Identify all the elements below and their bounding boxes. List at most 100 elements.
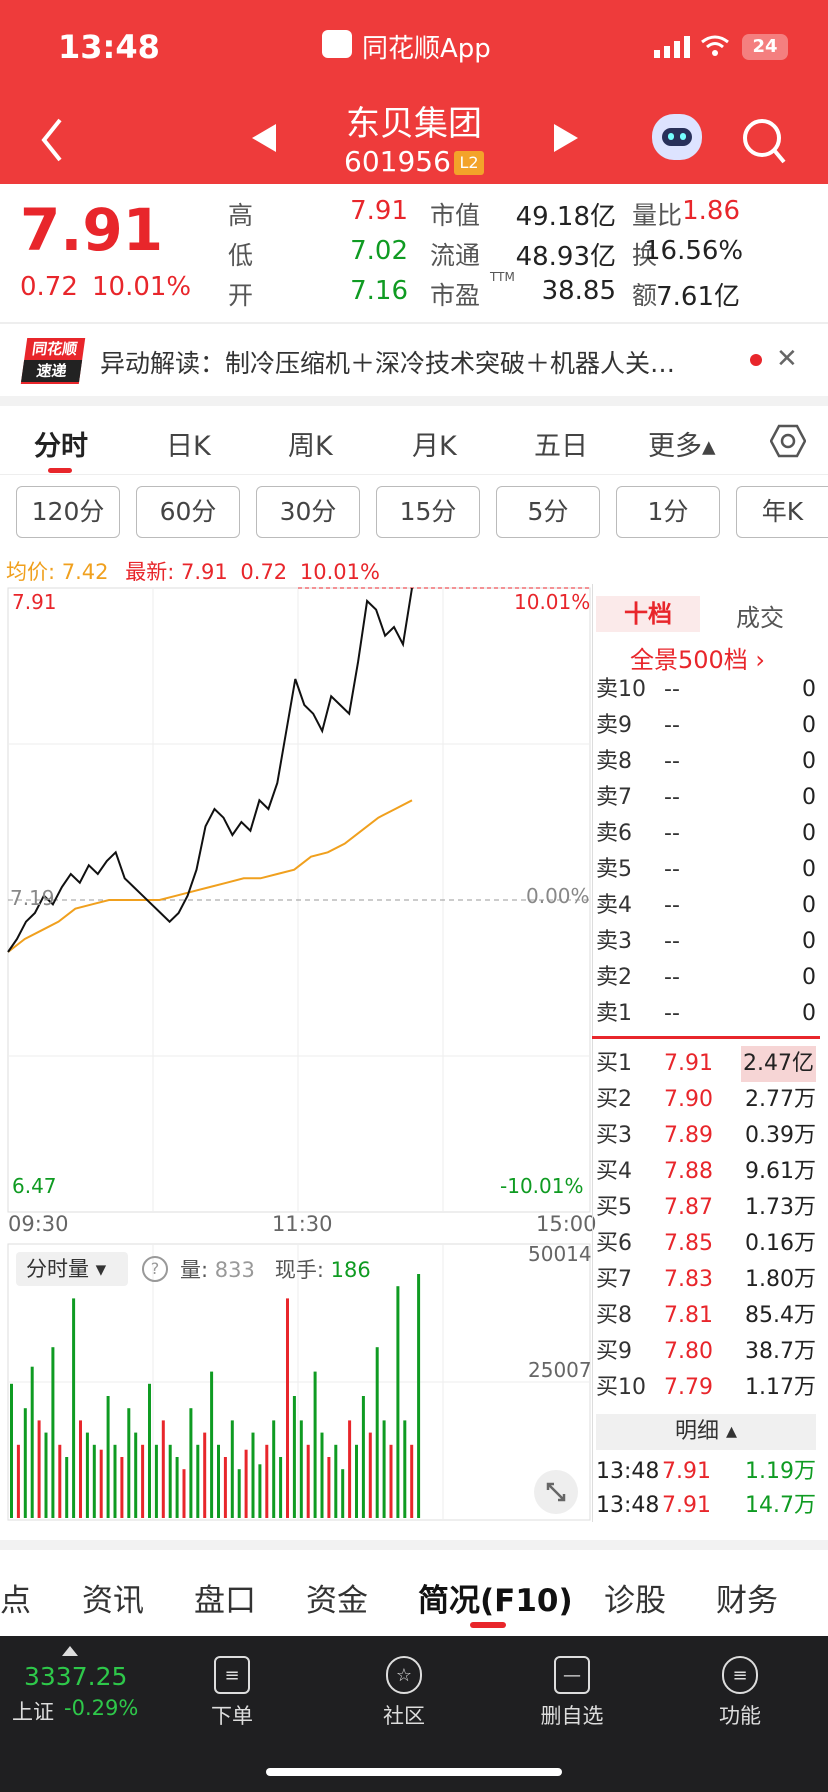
subtab-funds[interactable]: 资金 [306,1575,368,1620]
subtab-news[interactable]: 资讯 [82,1575,144,1620]
bid-row[interactable]: 买10 7.79 1.17万 [596,1370,820,1406]
news-badge: 同花顺 速递 [20,338,86,384]
volume-bar [79,1420,82,1518]
bid-row[interactable]: 买2 7.90 2.77万 [596,1082,820,1118]
bid-row[interactable]: 买6 7.85 0.16万 [596,1226,820,1262]
bottom-nav: 3337.25 上证 -0.29% ≡ 下单 ☆ 社区 — 删自选 ≡ 功能 [0,1636,828,1792]
subtab-indicator [470,1622,506,1628]
top-bar: 13:48 同花顺App 24 东贝集团 601956 L2 [0,0,828,184]
bid-row[interactable]: 买7 7.83 1.80万 [596,1262,820,1298]
volume-bar [313,1371,317,1518]
period-15m[interactable]: 15分 [376,486,480,538]
chart-settings-icon[interactable] [769,424,807,462]
volume-bar [396,1286,400,1518]
ask-row[interactable]: 卖9 -- 0 [596,708,820,744]
tab-month-k[interactable]: 月K [412,424,457,463]
function-button[interactable]: ≡ 功能 [680,1646,800,1730]
volume-bar [210,1371,214,1518]
volume-bar [58,1444,62,1518]
tab-more[interactable]: 更多▴ [648,424,716,463]
ask-row[interactable]: 卖4 -- 0 [596,888,820,924]
robot-assistant-icon[interactable] [652,114,702,160]
period-year-k[interactable]: 年K [736,486,828,538]
subtab-f10[interactable]: 简况(F10) [418,1575,573,1620]
order-button[interactable]: ≡ 下单 [172,1646,292,1730]
remove-watchlist-button[interactable]: — 删自选 [512,1646,632,1730]
tab-day-k[interactable]: 日K [166,424,211,463]
section-gap [0,1540,828,1550]
current-price: 7.91 [20,196,164,264]
volume-bar [382,1420,386,1518]
period-5m[interactable]: 5分 [496,486,600,538]
ask-row[interactable]: 卖6 -- 0 [596,816,820,852]
close-icon[interactable]: ✕ [776,344,798,374]
ask-row[interactable]: 卖2 -- 0 [596,960,820,996]
tab-ten-levels[interactable]: 十档 [596,596,700,632]
volume-bar [299,1420,303,1518]
volume-bar [134,1432,138,1518]
subtab-finance[interactable]: 财务 [716,1575,778,1620]
volume-bar [127,1408,131,1518]
ask-row[interactable]: 卖3 -- 0 [596,924,820,960]
subtab-orders[interactable]: 盘口 [194,1575,256,1620]
bid-row[interactable]: 买5 7.87 1.73万 [596,1190,820,1226]
volume-bar [161,1420,165,1518]
news-headline[interactable]: 异动解读：制冷压缩机＋深冷技术突破＋机器人关… [100,344,675,380]
period-30m[interactable]: 30分 [256,486,360,538]
stat-value: 16.56% [644,236,744,266]
bid-row[interactable]: 买3 7.89 0.39万 [596,1118,820,1154]
next-stock-icon[interactable] [554,124,578,156]
bid-row[interactable]: 买9 7.80 38.7万 [596,1334,820,1370]
stat-value: 48.93亿 [515,242,616,272]
tab-trades[interactable]: 成交 [736,598,784,633]
x-tick-open: 09:30 [8,1212,69,1236]
ask-row[interactable]: 卖10 -- 0 [596,672,820,708]
subtab-diagnosis[interactable]: 诊股 [604,1575,666,1620]
app-logo-icon [322,30,352,58]
volume-bar [320,1432,324,1518]
bid-row[interactable]: 买4 7.88 9.61万 [596,1154,820,1190]
intraday-price-chart[interactable] [0,584,594,1240]
x-tick-close: 15:00 [536,1212,597,1236]
volume-bar [72,1298,76,1518]
volume-bar [258,1464,262,1518]
index-pct: -0.29% [64,1696,139,1720]
ask-row[interactable]: 卖8 -- 0 [596,744,820,780]
tab-week-k[interactable]: 周K [288,424,333,463]
volume-bar [37,1420,41,1518]
bid-row[interactable]: 买1 7.91 2.47亿 [596,1046,820,1082]
document-icon: ≡ [214,1656,250,1694]
community-button[interactable]: ☆ 社区 [344,1646,464,1730]
index-value[interactable]: 3337.25 [24,1662,127,1691]
volume-bar [341,1469,345,1518]
ask-row[interactable]: 卖7 -- 0 [596,780,820,816]
ask-row[interactable]: 卖1 -- 0 [596,996,820,1032]
volume-bar [23,1408,27,1518]
ask-row[interactable]: 卖5 -- 0 [596,852,820,888]
stat-value: 7.61亿 [656,282,740,312]
price-line [7,587,413,953]
volume-bar [230,1420,234,1518]
tab-five-day[interactable]: 五日 [534,424,588,463]
subtab-point[interactable]: 点 [0,1575,31,1620]
period-1m[interactable]: 1分 [616,486,720,538]
help-icon[interactable]: ? [142,1256,168,1282]
volume-bar [85,1432,89,1518]
bid-row[interactable]: 买8 7.81 85.4万 [596,1298,820,1334]
search-icon[interactable] [742,118,786,168]
volume-mode-select[interactable]: 分时量 ▾ [16,1252,128,1286]
period-120m[interactable]: 120分 [16,486,120,538]
expand-icon[interactable] [62,1646,78,1656]
tab-intraday[interactable]: 分时 [34,424,88,463]
detail-header[interactable]: 明细 ▴ [596,1414,816,1450]
volume-bar [30,1366,34,1518]
stat-value: 49.18亿 [515,202,616,232]
volume-bar [327,1457,331,1518]
battery-icon: 24 [742,34,788,60]
stat-label: 开 [228,281,254,310]
period-60m[interactable]: 60分 [136,486,240,538]
y-mid-label: 7.19 [10,886,55,910]
full-depth-link[interactable]: 全景500档 › [630,640,765,675]
index-name: 上证 [12,1700,54,1724]
fullscreen-icon[interactable] [534,1470,578,1514]
